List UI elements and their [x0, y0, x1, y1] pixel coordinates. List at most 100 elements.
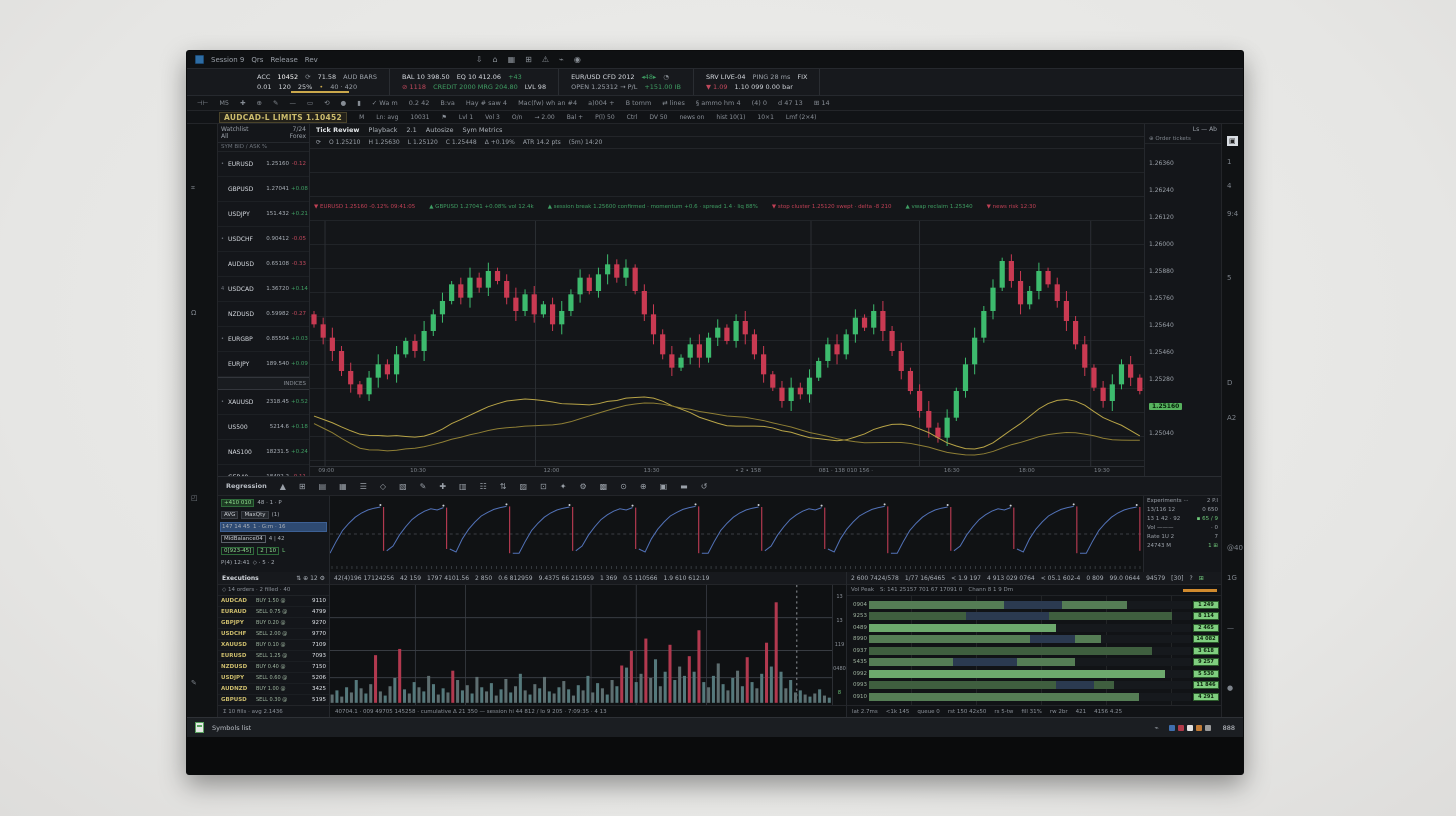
- tool-item[interactable]: ▭: [307, 99, 313, 107]
- right-dock-scrollbar[interactable]: ▣149:45DA2@401G—●: [1221, 124, 1243, 717]
- market-watch-row[interactable]: GER4018492.2-0.11: [218, 465, 309, 476]
- execution-row[interactable]: EURUSDSELL 1.25 @7093: [218, 651, 329, 662]
- dock-item[interactable]: ●: [1227, 684, 1233, 692]
- executions-header-icons[interactable]: ⇅ ⊕ 12 ⚙: [296, 575, 325, 582]
- draw-icon[interactable]: ✎: [420, 482, 427, 491]
- panel-icon[interactable]: ▣: [660, 482, 668, 491]
- tool-item[interactable]: ⟲: [324, 99, 329, 107]
- mini-table-row[interactable]: 147 14 451 · G:m · 16: [220, 522, 327, 532]
- dock-item[interactable]: D: [1227, 379, 1232, 387]
- active-symbol-label[interactable]: AUDCAD-L LIMITS 1.10452: [219, 112, 347, 123]
- tool-item[interactable]: (4) 0: [752, 99, 767, 107]
- market-watch-row[interactable]: •USDCHF0.90412-0.05: [218, 227, 309, 252]
- depth-row[interactable]: 04892 465: [847, 623, 1219, 633]
- market-watch-row[interactable]: GBPUSD1.27041+0.08: [218, 177, 309, 202]
- depth-row[interactable]: 09041 249: [847, 600, 1219, 610]
- depth-row[interactable]: 92538 114: [847, 611, 1219, 621]
- market-watch-row[interactable]: NAS10018231.5+0.24: [218, 440, 309, 465]
- price-scale-tools[interactable]: Ls — Ab: [1145, 124, 1221, 135]
- symbols-file-icon[interactable]: [195, 722, 204, 733]
- execution-row[interactable]: GBPJPYBUY 0.20 @9270: [218, 618, 329, 629]
- tool-item[interactable]: ▮: [357, 99, 361, 107]
- mini-table-row[interactable]: MidBalance044 | 42: [220, 534, 327, 544]
- titlebar[interactable]: Session 9QrsReleaseRev ⇩⌂▦⊞⚠⌁◉: [187, 51, 1243, 69]
- tool-item[interactable]: ✚: [240, 99, 245, 107]
- settings-icon[interactable]: ⚙: [579, 482, 586, 491]
- chart-tab-2[interactable]: 2.1: [406, 126, 416, 134]
- lot-slider[interactable]: [291, 91, 349, 93]
- tool-item[interactable]: ●: [341, 99, 347, 107]
- market-watch-row[interactable]: •EURUSD1.25160-0.12: [218, 152, 309, 177]
- layout-icon[interactable]: ◰: [191, 494, 198, 502]
- tool-item[interactable]: ✓ Wa m: [372, 99, 398, 107]
- execution-row[interactable]: GBPUSDSELL 0.30 @5195: [218, 695, 329, 705]
- tool-item[interactable]: Hay # saw 4: [466, 99, 507, 107]
- tool-item[interactable]: § ammo hm 4: [696, 99, 741, 107]
- market-watch-row[interactable]: EURJPY189.540+0.09: [218, 352, 309, 377]
- tool-item[interactable]: M5: [219, 99, 229, 107]
- tool-item[interactable]: ⇄ lines: [662, 99, 685, 107]
- execution-row[interactable]: AUDCADBUY 1.50 @9110: [218, 596, 329, 607]
- panel-icon[interactable]: ▣: [1227, 136, 1238, 146]
- execution-row[interactable]: USDJPYSELL 0.60 @5206: [218, 673, 329, 684]
- mini-table-row[interactable]: AVGMaxQty(1): [220, 510, 327, 520]
- tool-item[interactable]: ✎: [273, 99, 278, 107]
- dock-item[interactable]: @40: [1227, 544, 1243, 552]
- depth-row[interactable]: 899014 082: [847, 634, 1219, 644]
- dock-item[interactable]: 4: [1227, 182, 1231, 190]
- market-watch-row[interactable]: •EURGBP0.85504+0.03: [218, 327, 309, 352]
- notes-icon[interactable]: ⌗: [191, 184, 195, 193]
- depth-settings-icon[interactable]: ⊞: [1199, 575, 1204, 582]
- tool-item[interactable]: 0.2 42: [409, 99, 430, 107]
- download-icon[interactable]: ⇩: [476, 55, 483, 64]
- star-icon[interactable]: ✦: [560, 482, 567, 491]
- tool-item[interactable]: ⊕: [257, 99, 262, 107]
- chart-tab-1[interactable]: Playback: [368, 126, 397, 134]
- bars-icon[interactable]: ☷: [480, 482, 487, 491]
- undo-icon[interactable]: ↺: [701, 482, 708, 491]
- edit-icon[interactable]: ✎: [191, 679, 197, 687]
- titlebar-item[interactable]: Qrs: [251, 56, 263, 64]
- link-icon[interactable]: ⌁: [559, 55, 564, 64]
- layout-icon[interactable]: ▦: [508, 55, 516, 64]
- watch-icon[interactable]: Ω: [191, 309, 196, 317]
- market-watch-row[interactable]: AUDUSD0.65108-0.33: [218, 252, 309, 277]
- mini-table-row[interactable]: P(4) 12:41◇ · 5 · 2: [220, 558, 327, 568]
- market-watch-row[interactable]: US5005214.6+0.18: [218, 415, 309, 440]
- folder-icon[interactable]: ⌂: [493, 55, 498, 64]
- trend-icon[interactable]: ▲: [280, 482, 286, 491]
- dense-icon[interactable]: ▩: [600, 482, 608, 491]
- rows-icon[interactable]: ▥: [459, 482, 467, 491]
- layout-icon[interactable]: ▦: [339, 482, 347, 491]
- dock-item[interactable]: 1: [1227, 158, 1231, 166]
- market-watch-filter-all[interactable]: All: [221, 133, 228, 140]
- execution-row[interactable]: XAUUSDBUY 0.10 @7109: [218, 640, 329, 651]
- alert-icon[interactable]: ⚠: [542, 55, 549, 64]
- tool-item[interactable]: d 47 13: [778, 99, 803, 107]
- record-icon[interactable]: ◉: [574, 55, 581, 64]
- titlebar-item[interactable]: Rev: [305, 56, 318, 64]
- titlebar-item[interactable]: Session 9: [211, 56, 244, 64]
- price-scale[interactable]: Ls — Ab ⊕ Order tickets 1.263601.262401.…: [1144, 124, 1221, 476]
- mini-table-row[interactable]: 0[923-45]2 | 10L: [220, 546, 327, 556]
- depth-row[interactable]: 09373 618: [847, 646, 1219, 656]
- list-icon[interactable]: ☰: [360, 482, 367, 491]
- bar-icon[interactable]: ▬: [680, 482, 688, 491]
- market-watch-filter-forex[interactable]: Forex: [290, 133, 306, 140]
- volume-chart[interactable]: 131311904808: [330, 585, 846, 705]
- grid-icon[interactable]: ⊞: [299, 482, 306, 491]
- execution-row[interactable]: USDCHFSELL 2.00 @9770: [218, 629, 329, 640]
- dock-item[interactable]: 9:4: [1227, 210, 1238, 218]
- overview-chart-panel[interactable]: [330, 496, 1144, 572]
- execution-row[interactable]: AUDNZDBUY 1.00 @3425: [218, 684, 329, 695]
- execution-row[interactable]: NZDUSDBUY 0.40 @7150: [218, 662, 329, 673]
- market-watch-row[interactable]: USDJPY151.432+0.21: [218, 202, 309, 227]
- tool-item[interactable]: a)004 +: [588, 99, 614, 107]
- shade-icon[interactable]: ▨: [519, 482, 527, 491]
- sort-icon[interactable]: ⇅: [500, 482, 507, 491]
- depth-row[interactable]: 54359 257: [847, 657, 1219, 667]
- market-watch-row[interactable]: 4USDCAD1.36720+0.14: [218, 277, 309, 302]
- table-icon[interactable]: ▤: [319, 482, 327, 491]
- dock-item[interactable]: 1G: [1227, 574, 1237, 582]
- dock-item[interactable]: A2: [1227, 414, 1236, 422]
